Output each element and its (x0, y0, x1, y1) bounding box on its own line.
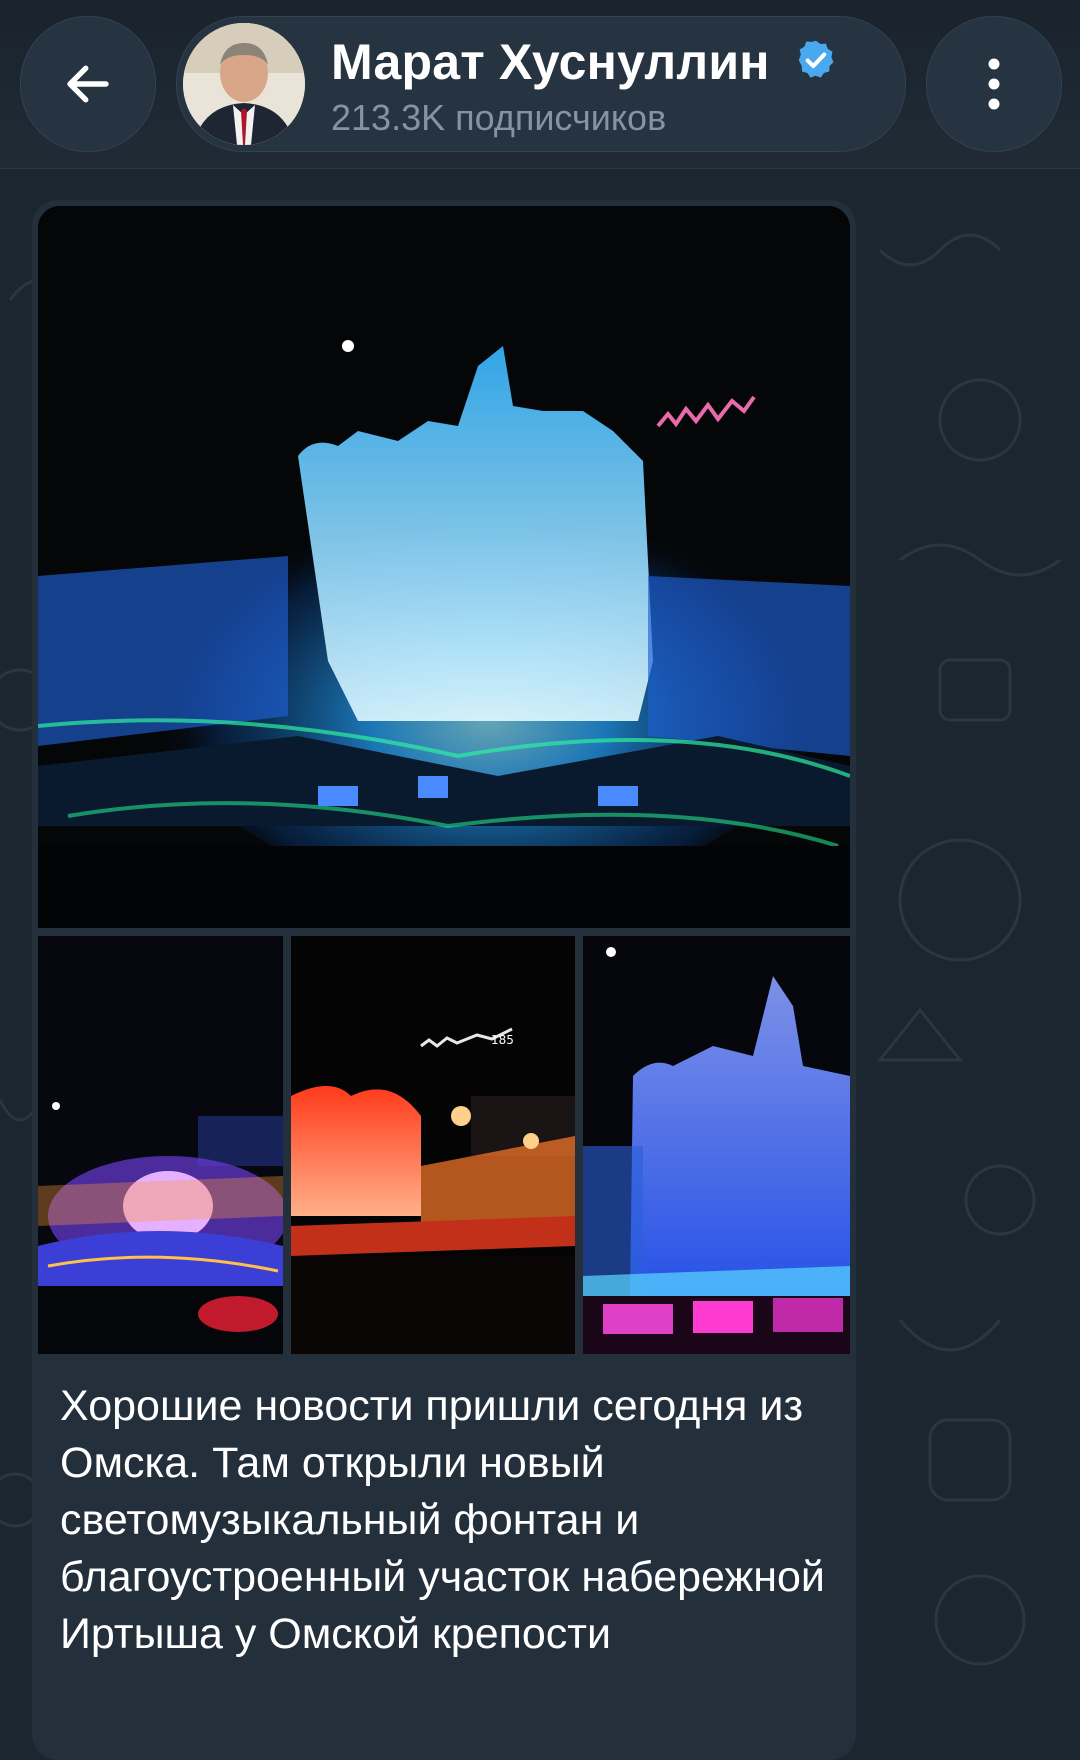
photo-fountain-purple-crowd[interactable] (38, 936, 283, 1354)
photo-fountain-blue-close[interactable] (583, 936, 850, 1354)
photo-fountain-blue-wide[interactable] (38, 206, 850, 928)
post-caption: Хорошие новости пришли сегодня из Омска.… (60, 1382, 825, 1658)
avatar[interactable] (183, 23, 305, 145)
channel-name: Марат Хуснуллин (331, 33, 838, 91)
channel-name-text: Марат Хуснуллин (331, 34, 770, 90)
channel-post: 185 Хорошие новости пришли сегодня из Ом… (32, 200, 856, 1760)
photo-fountain-red-stage[interactable]: 185 (291, 936, 575, 1354)
svg-text:185: 185 (491, 1033, 514, 1047)
arrow-left-icon (67, 65, 109, 103)
more-options-button[interactable] (926, 16, 1062, 152)
channel-info[interactable]: Марат Хуснуллин 213.3K подписчиков (176, 16, 906, 152)
chat-header: Марат Хуснуллин 213.3K подписчиков (0, 0, 1080, 169)
verified-badge-icon (798, 40, 834, 78)
subscriber-count: 213.3K подписчиков (331, 97, 667, 138)
back-button[interactable] (20, 16, 156, 152)
more-vertical-icon (988, 58, 1000, 110)
